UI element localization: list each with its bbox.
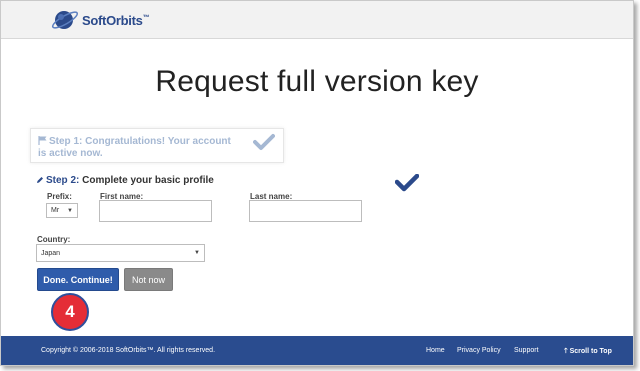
step-number-badge: 4 [51,293,89,331]
check-icon [253,133,275,156]
continue-button[interactable]: Done. Continue! [37,268,119,291]
logo[interactable]: SoftOrbits™ [51,6,150,34]
copyright-text: Copyright © 2006-2018 SoftOrbits™. All r… [41,347,216,354]
arrow-up-icon: 🡑 [564,348,568,355]
pencil-icon [36,176,44,187]
page-title: Request full version key [155,65,479,98]
prefix-value: Mr [51,207,60,214]
step1-message: Step 1: Congratulations! Your account is… [38,136,231,159]
prefix-label: Prefix: [47,192,72,201]
site-header: SoftOrbits™ [1,1,633,39]
country-label: Country: [37,235,71,244]
country-select[interactable]: Japan ▼ [36,244,205,262]
step1-panel: Step 1: Congratulations! Your account is… [30,128,284,163]
first-name-field[interactable] [99,200,212,222]
country-value: Japan [41,249,61,257]
footer-link-home[interactable]: Home [426,347,445,354]
not-now-button[interactable]: Not now [124,268,173,291]
chevron-down-icon: ▼ [194,250,200,256]
site-footer: Copyright © 2006-2018 SoftOrbits™. All r… [1,336,633,365]
planet-logo-icon [51,11,79,29]
scroll-to-top-link[interactable]: 🡑 Scroll to Top [564,347,612,358]
chevron-down-icon: ▼ [67,207,73,214]
step2-heading: Step 2: Complete your basic profile [36,175,214,187]
footer-link-support[interactable]: Support [514,347,539,354]
last-name-field[interactable] [249,200,362,222]
flag-icon [38,136,47,148]
footer-link-privacy[interactable]: Privacy Policy [457,347,501,354]
logo-text: SoftOrbits™ [82,12,150,28]
browser-frame: SoftOrbits™ Request full version key Ste… [0,0,634,366]
check-icon [394,173,420,197]
prefix-select[interactable]: Mr ▼ [46,203,78,218]
